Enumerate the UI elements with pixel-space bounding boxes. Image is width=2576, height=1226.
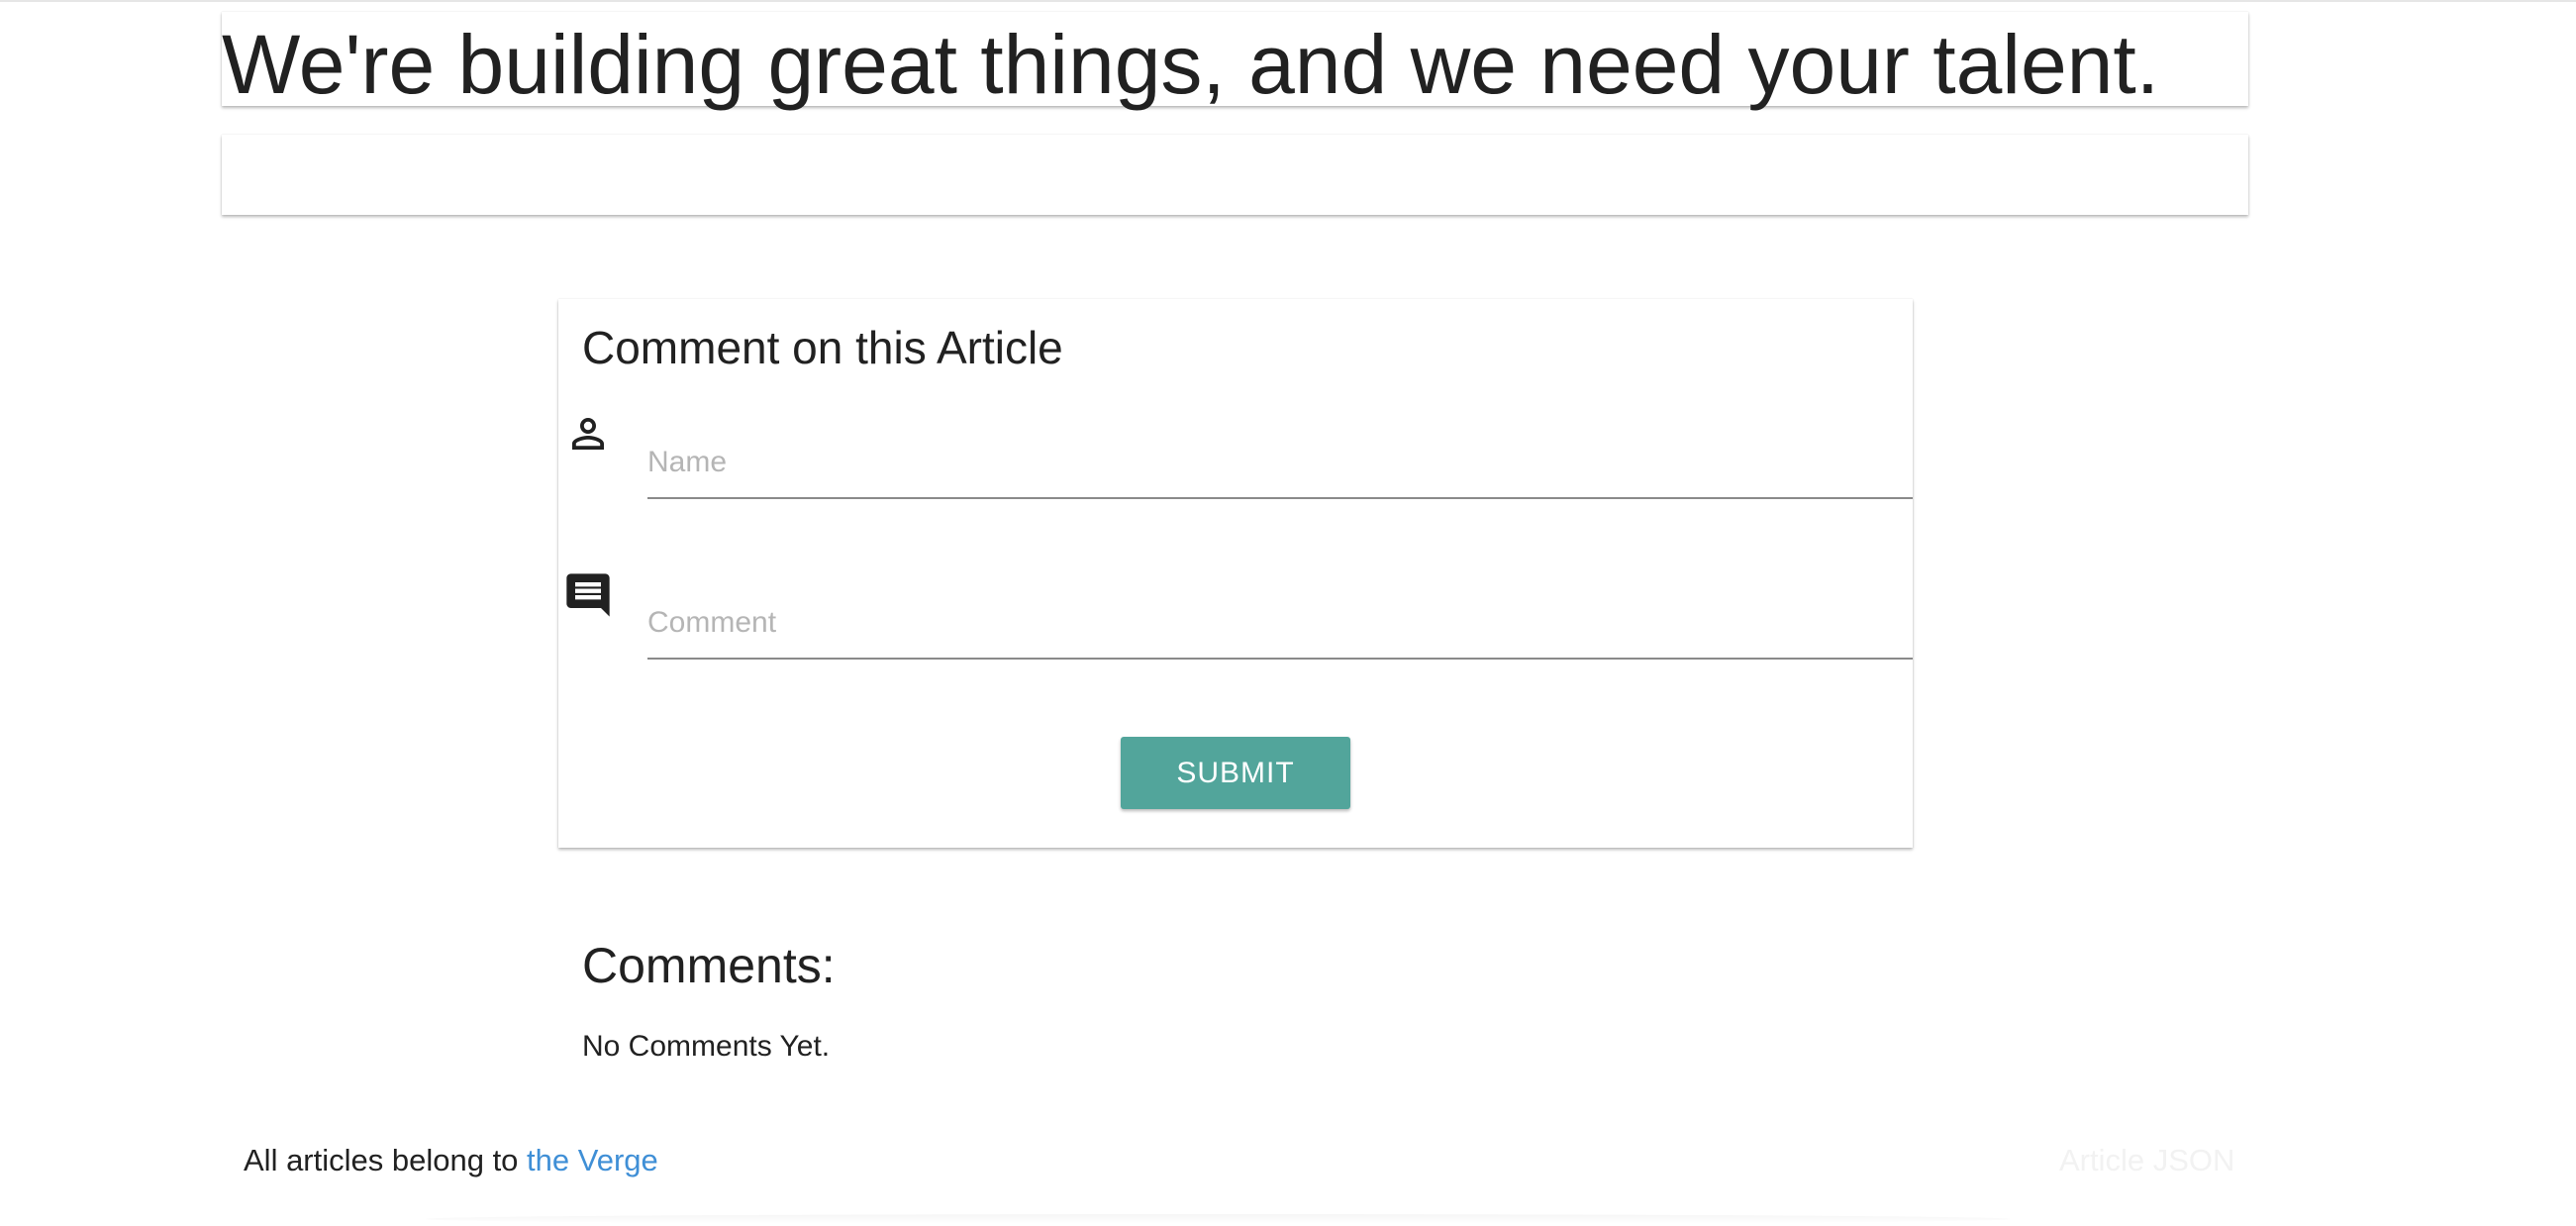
the-verge-link[interactable]: the Verge xyxy=(527,1143,658,1177)
submit-button[interactable]: SUBMIT xyxy=(1121,737,1350,809)
footer-credit: All articles belong to the Verge xyxy=(244,1143,658,1178)
footer-shadow xyxy=(426,1214,2010,1224)
comment-icon xyxy=(566,573,610,617)
article-body-card xyxy=(222,135,2248,215)
name-input[interactable] xyxy=(647,428,1913,499)
comment-input[interactable] xyxy=(647,588,1913,660)
comment-form: Comment on this Article SUBMIT xyxy=(558,299,1913,848)
comment-form-title: Comment on this Article xyxy=(582,322,1063,373)
article-json-link[interactable]: Article JSON xyxy=(2059,1143,2234,1178)
top-divider xyxy=(0,0,2576,2)
no-comments-message: No Comments Yet. xyxy=(582,1030,831,1063)
footer-credit-prefix: All articles belong to xyxy=(244,1143,528,1177)
person-outline-icon xyxy=(572,418,604,450)
article-title-card: We're building great things, and we need… xyxy=(222,12,2248,111)
comments-heading: Comments: xyxy=(582,938,836,993)
article-title: We're building great things, and we need… xyxy=(222,18,2160,111)
